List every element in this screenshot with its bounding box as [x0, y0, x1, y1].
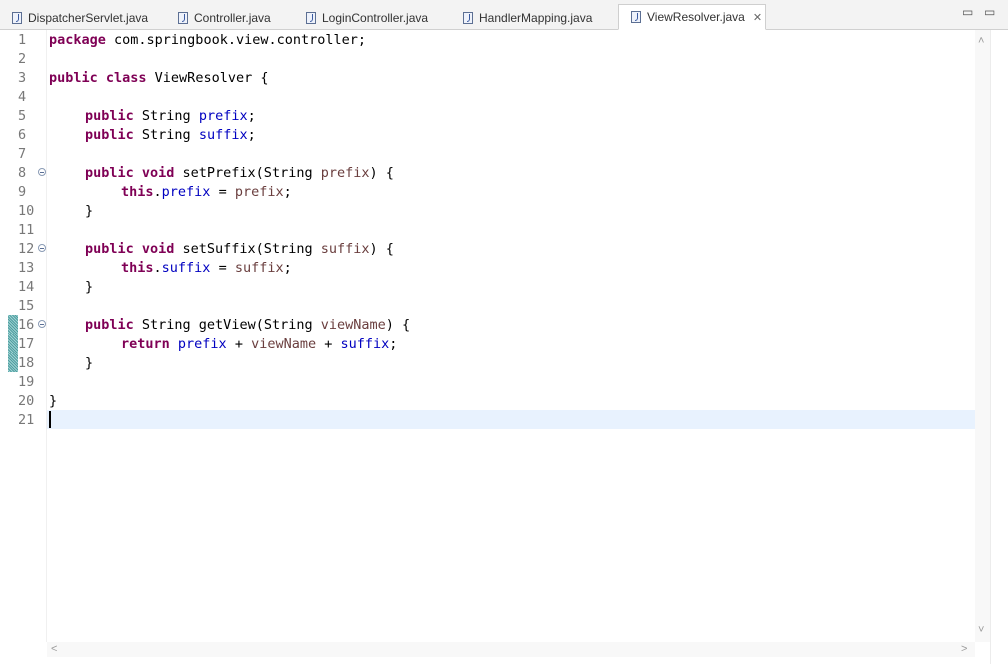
overview-ruler: [990, 30, 1008, 664]
line-number: 21: [18, 412, 35, 428]
tab-label: ViewResolver.java: [647, 10, 745, 24]
maximize-icon[interactable]: ▭: [984, 6, 995, 18]
java-file-icon: [631, 11, 641, 23]
java-file-icon: [178, 11, 188, 24]
change-marker: [8, 353, 18, 372]
line-number: 10: [18, 203, 35, 219]
code-line-9: this.prefix = prefix;: [121, 184, 292, 200]
fold-collapse-icon[interactable]: [38, 320, 46, 328]
code-line-16: public String getView(String viewName) {: [85, 317, 411, 333]
line-number: 16: [18, 317, 35, 333]
tab-viewresolver[interactable]: ViewResolver.java ✕: [618, 4, 766, 30]
line-number: 3: [18, 70, 27, 86]
line-number: 1: [18, 32, 27, 48]
line-number: 9: [18, 184, 27, 200]
code-line-6: public String suffix;: [85, 127, 256, 143]
scroll-up-icon[interactable]: ˄: [978, 36, 984, 47]
line-number: 11: [18, 222, 35, 238]
code-line-18: }: [85, 355, 94, 371]
vertical-scrollbar[interactable]: ˄ ˅: [975, 30, 990, 642]
java-file-icon: [306, 11, 316, 24]
line-number: 19: [18, 374, 35, 390]
tab-label: LoginController.java: [322, 10, 429, 25]
code-area[interactable]: package com.springbook.view.controller; …: [47, 30, 975, 642]
scroll-right-icon[interactable]: ˃: [961, 644, 967, 655]
code-line-20: }: [49, 393, 58, 409]
line-number: 13: [18, 260, 35, 276]
minimize-icon[interactable]: ▭: [962, 6, 973, 18]
change-marker: [8, 315, 18, 334]
tab-controller[interactable]: Controller.java: [166, 5, 271, 30]
fold-collapse-icon[interactable]: [38, 168, 46, 176]
editor-tab-bar: DispatcherServlet.java Controller.java L…: [0, 0, 1008, 30]
tab-label: DispatcherServlet.java: [28, 10, 149, 25]
text-caret: [49, 411, 51, 428]
fold-collapse-icon[interactable]: [38, 244, 46, 252]
code-line-8: public void setPrefix(String prefix) {: [85, 165, 394, 181]
tab-label: HandlerMapping.java: [479, 10, 593, 25]
code-line-1: package com.springbook.view.controller;: [49, 32, 366, 48]
line-number: 4: [18, 89, 27, 105]
line-number: 5: [18, 108, 27, 124]
code-line-10: }: [85, 203, 94, 219]
line-number: 7: [18, 146, 27, 162]
change-marker: [8, 334, 18, 353]
line-number: 17: [18, 336, 35, 352]
line-number: 12: [18, 241, 35, 257]
code-line-5: public String prefix;: [85, 108, 256, 124]
line-number: 8: [18, 165, 27, 181]
close-icon[interactable]: ✕: [753, 11, 762, 24]
code-line-13: this.suffix = suffix;: [121, 260, 292, 276]
line-number: 18: [18, 355, 35, 371]
tab-handlermapping[interactable]: HandlerMapping.java: [451, 5, 592, 30]
code-editor[interactable]: 1 2 3 4 5 6 7 8 9 10 11 12 13 14 15 16 17 18 19 20 21 packag…: [0, 30, 1008, 664]
line-number: 6: [18, 127, 27, 143]
tab-label: Controller.java: [194, 10, 271, 25]
quick-diff-ruler: [0, 30, 8, 642]
scroll-left-icon[interactable]: ˂: [51, 644, 57, 655]
horizontal-scrollbar[interactable]: ˂ ˃: [47, 642, 975, 657]
java-file-icon: [12, 11, 22, 24]
scroll-down-icon[interactable]: ˅: [978, 625, 984, 636]
code-line-17: return prefix + viewName + suffix;: [121, 336, 398, 352]
line-number: 15: [18, 298, 35, 314]
line-number: 14: [18, 279, 35, 295]
code-line-14: }: [85, 279, 94, 295]
line-number: 2: [18, 51, 27, 67]
line-number: 20: [18, 393, 35, 409]
code-line-12: public void setSuffix(String suffix) {: [85, 241, 394, 257]
tab-dispatcherservlet[interactable]: DispatcherServlet.java: [0, 5, 148, 30]
code-line-3: public class ViewResolver {: [49, 70, 269, 86]
tab-logincontroller[interactable]: LoginController.java: [294, 5, 428, 30]
java-file-icon: [463, 11, 473, 24]
